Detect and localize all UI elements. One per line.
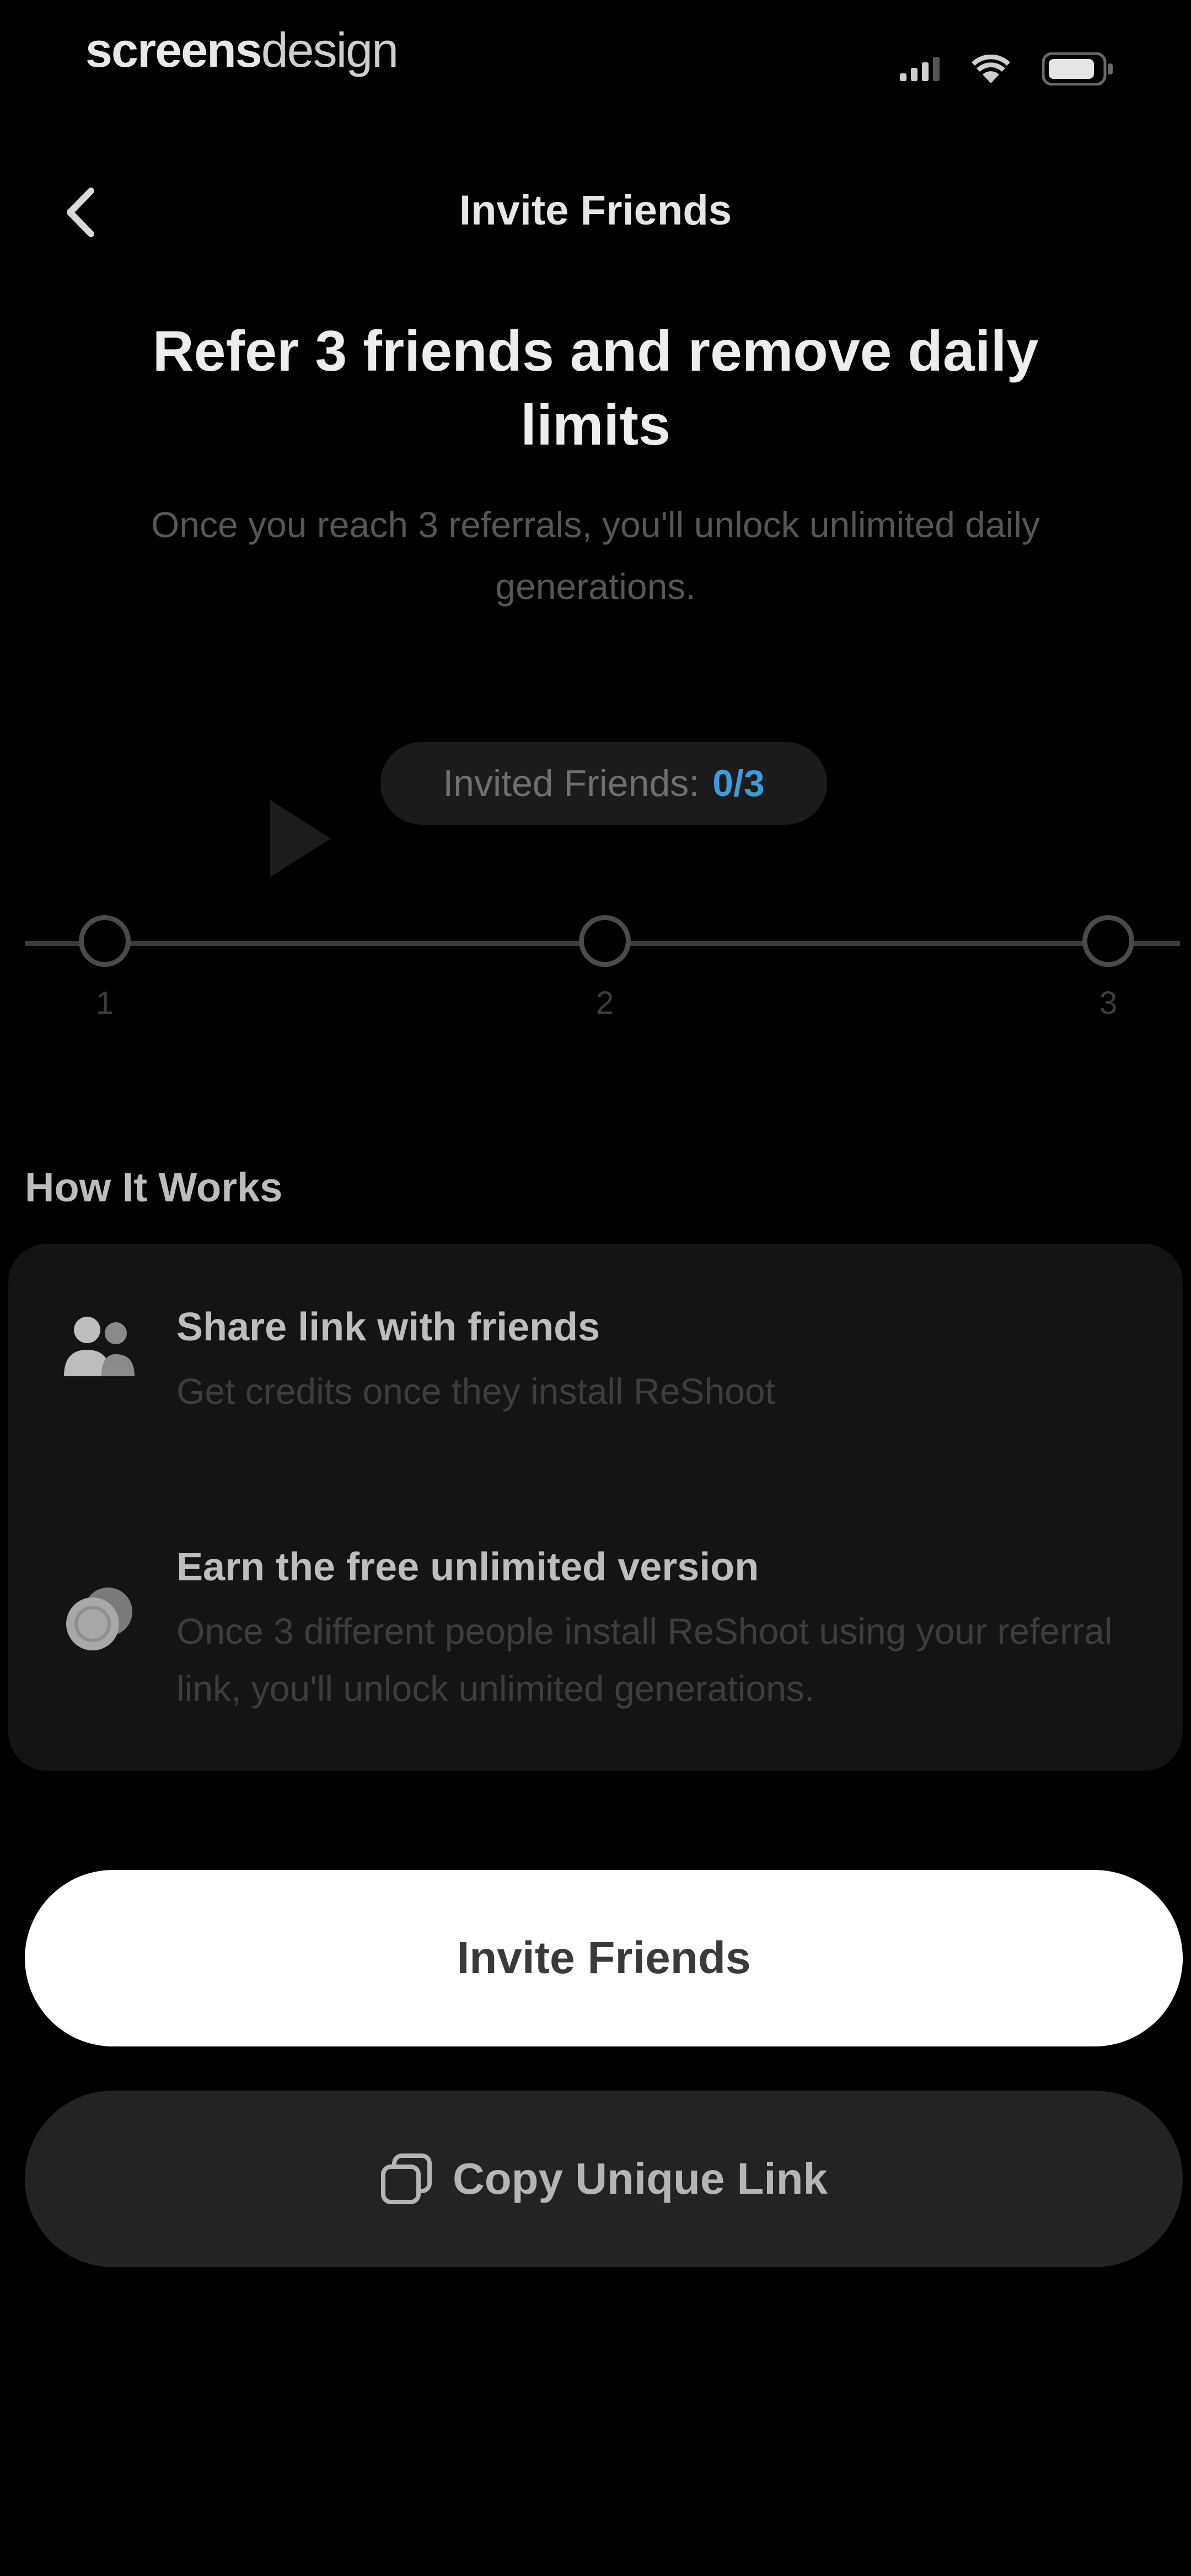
subtext: Once you reach 3 referrals, you'll unloc… (151, 504, 1040, 607)
page-title: Invite Friends (459, 187, 732, 234)
invite-friends-button[interactable]: Invite Friends (25, 1870, 1183, 2046)
brand-watermark: screensdesign (85, 22, 399, 78)
invited-friends-badge: Invited Friends: 0/3 (380, 742, 827, 825)
referral-progress: 1 2 3 (0, 910, 1191, 1032)
brand-part-1: screens (85, 23, 262, 77)
copy-icon (381, 2153, 432, 2204)
invite-friends-button-label: Invite Friends (457, 1933, 751, 1983)
headline: Refer 3 friends and remove daily limits (152, 319, 1039, 457)
invited-friends-count: 0/3 (712, 762, 765, 804)
coins-icon (58, 1578, 141, 1660)
nav-bar: Invite Friends (0, 165, 1191, 254)
how-item-title: Earn the free unlimited version (176, 1545, 759, 1589)
brand-part-2: design (261, 23, 399, 77)
share-people-icon (58, 1305, 141, 1387)
progress-step-label: 3 (1099, 985, 1118, 1021)
progress-step-1 (79, 915, 131, 967)
progress-step-label: 1 (95, 985, 114, 1021)
how-item-description: Once 3 different people install ReShoot … (176, 1611, 1113, 1709)
copy-link-button[interactable]: Copy Unique Link (25, 2091, 1183, 2267)
progress-step-3 (1082, 915, 1134, 967)
how-item-description: Get credits once they install ReShoot (176, 1371, 775, 1412)
invited-friends-label: Invited Friends: (443, 762, 700, 804)
how-item-title: Share link with friends (176, 1305, 600, 1349)
progress-step-2 (579, 915, 631, 967)
battery-icon (1042, 52, 1113, 85)
how-it-works-card: Share link with friends Get credits once… (8, 1244, 1183, 1771)
cellular-signal-icon (900, 57, 940, 81)
progress-step-label: 2 (596, 985, 614, 1021)
how-it-works-title: How It Works (25, 1164, 283, 1210)
wifi-icon (972, 55, 1010, 83)
play-icon (270, 800, 331, 877)
status-icons (900, 52, 1114, 85)
status-bar: screensdesign (0, 0, 1191, 121)
copy-link-button-label: Copy Unique Link (453, 2154, 828, 2203)
